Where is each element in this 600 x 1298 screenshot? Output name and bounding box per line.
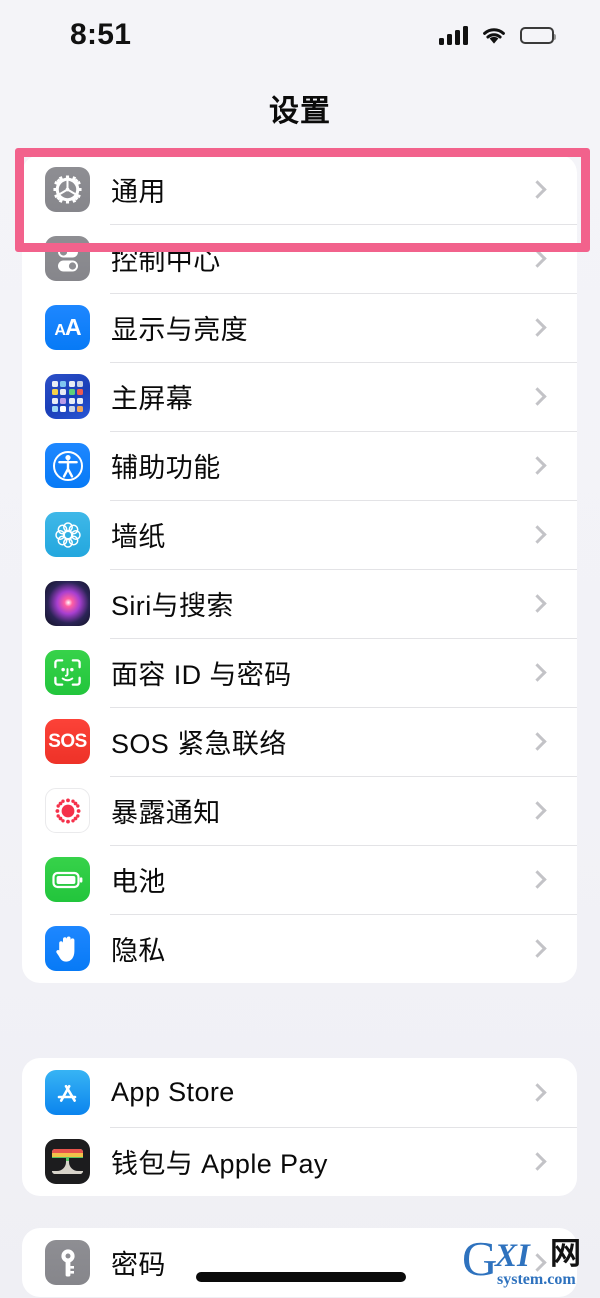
battery-icon <box>45 857 90 902</box>
accessibility-icon <box>45 443 90 488</box>
chevron-right-icon <box>528 870 547 889</box>
chevron-right-icon <box>528 594 547 613</box>
home-indicator[interactable] <box>196 1272 406 1282</box>
chevron-right-icon <box>528 318 547 337</box>
settings-row-accessibility[interactable]: 辅助功能 <box>22 431 577 500</box>
watermark: G XI 网 system.com <box>462 1232 590 1288</box>
status-bar-clock: 8:51 <box>70 18 132 51</box>
settings-row-emergency-sos[interactable]: SOS SOS 紧急联络 <box>22 707 577 776</box>
settings-row-siri-search[interactable]: Siri与搜索 <box>22 569 577 638</box>
gear-icon <box>45 167 90 212</box>
chevron-right-icon <box>528 249 547 268</box>
settings-row-label: 控制中心 <box>111 246 221 276</box>
chevron-right-icon <box>528 939 547 958</box>
app-store-icon <box>45 1070 90 1115</box>
home-screen-icon <box>45 374 90 419</box>
chevron-right-icon <box>528 732 547 751</box>
iphone-settings-screen: 8:51 设置 通用 控制中心 AA 显示与亮度 主屏幕 辅助功能 墙纸 Sir… <box>0 0 600 1298</box>
wallpaper-icon <box>45 512 90 557</box>
settings-row-exposure-notifications[interactable]: 暴露通知 <box>22 776 577 845</box>
chevron-right-icon <box>528 387 547 406</box>
control-center-icon <box>45 236 90 281</box>
display-brightness-icon: AA <box>45 305 90 350</box>
battery-full-icon <box>520 26 556 44</box>
settings-row-label: 钱包与 Apple Pay <box>111 1149 328 1179</box>
exposure-notification-icon <box>45 788 90 833</box>
face-id-icon <box>45 650 90 695</box>
page-title: 设置 <box>269 95 331 128</box>
settings-row-label: 墙纸 <box>111 522 166 552</box>
settings-row-display-brightness[interactable]: AA 显示与亮度 <box>22 293 577 362</box>
watermark-net: 网 <box>550 1236 581 1271</box>
cellular-signal-icon <box>439 25 468 45</box>
chevron-right-icon <box>528 456 547 475</box>
settings-row-privacy[interactable]: 隐私 <box>22 914 577 983</box>
chevron-right-icon <box>528 180 547 199</box>
settings-row-label: 辅助功能 <box>111 453 221 483</box>
settings-row-label: 面容 ID 与密码 <box>111 660 292 690</box>
status-bar: 8:51 <box>0 0 600 70</box>
settings-row-label: 显示与亮度 <box>111 315 248 345</box>
chevron-right-icon <box>528 801 547 820</box>
settings-row-home-screen[interactable]: 主屏幕 <box>22 362 577 431</box>
settings-row-label: 暴露通知 <box>111 798 221 828</box>
settings-row-label: 主屏幕 <box>111 384 194 414</box>
siri-icon <box>45 581 90 626</box>
watermark-g: G <box>462 1231 498 1286</box>
settings-group-system: 通用 控制中心 AA 显示与亮度 主屏幕 辅助功能 墙纸 Siri与搜索 面容 … <box>22 155 577 983</box>
wifi-icon <box>481 25 507 45</box>
settings-row-general[interactable]: 通用 <box>22 155 577 224</box>
settings-row-label: 电池 <box>111 867 166 897</box>
chevron-right-icon <box>528 1083 547 1102</box>
chevron-right-icon <box>528 663 547 682</box>
settings-row-label: 隐私 <box>111 936 166 966</box>
settings-row-face-id-passcode[interactable]: 面容 ID 与密码 <box>22 638 577 707</box>
settings-row-control-center[interactable]: 控制中心 <box>22 224 577 293</box>
chevron-right-icon <box>528 525 547 544</box>
emergency-sos-icon: SOS <box>45 719 90 764</box>
settings-row-label: Siri与搜索 <box>111 591 234 621</box>
settings-row-app-store[interactable]: App Store <box>22 1058 577 1127</box>
settings-row-wallet-apple-pay[interactable]: 钱包与 Apple Pay <box>22 1127 577 1196</box>
status-bar-icons <box>439 25 556 45</box>
watermark-domain: system.com <box>497 1271 576 1288</box>
watermark-xi: XI <box>495 1238 530 1274</box>
privacy-hand-icon <box>45 926 90 971</box>
settings-row-wallpaper[interactable]: 墙纸 <box>22 500 577 569</box>
settings-row-label: App Store <box>111 1077 235 1107</box>
chevron-right-icon <box>528 1152 547 1171</box>
settings-row-label: 通用 <box>111 177 166 207</box>
wallet-icon <box>45 1139 90 1184</box>
settings-group-store: App Store 钱包与 Apple Pay <box>22 1058 577 1196</box>
key-icon <box>45 1240 90 1285</box>
settings-row-battery[interactable]: 电池 <box>22 845 577 914</box>
settings-row-label: SOS 紧急联络 <box>111 729 287 759</box>
